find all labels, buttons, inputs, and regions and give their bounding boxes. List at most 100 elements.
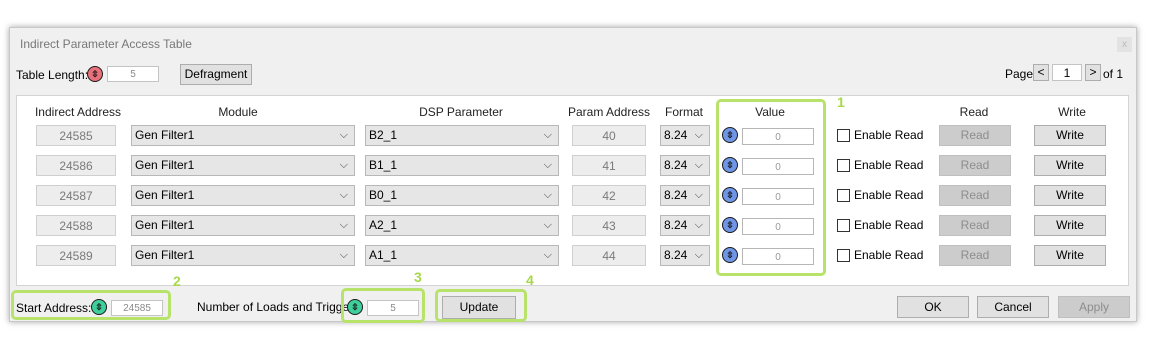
indirect-address-field: 24589 <box>36 245 116 266</box>
param-address-field: 40 <box>572 125 646 146</box>
prev-page-button[interactable]: < <box>1033 64 1049 81</box>
header-read: Read <box>959 105 989 119</box>
header-module: Module <box>218 105 258 119</box>
next-page-button[interactable]: > <box>1085 64 1101 81</box>
write-button[interactable]: Write <box>1034 215 1106 236</box>
format-select[interactable]: 8.24 ⌵ <box>660 155 710 176</box>
module-value: Gen Filter1 <box>135 158 195 172</box>
format-select[interactable]: 8.24 ⌵ <box>660 185 710 206</box>
module-select[interactable]: Gen Filter1 ⌵ <box>131 215 355 236</box>
module-value: Gen Filter1 <box>135 218 195 232</box>
dsp-parameter-value: B2_1 <box>369 128 398 142</box>
enable-read-checkbox[interactable] <box>837 129 850 142</box>
dsp-parameter-value: B0_1 <box>369 188 398 202</box>
enable-read-label: Enable Read <box>854 158 924 172</box>
page-field[interactable]: 1 <box>1052 64 1082 81</box>
ok-button[interactable]: OK <box>897 296 969 318</box>
module-select[interactable]: Gen Filter1 ⌵ <box>131 245 355 266</box>
apply-button[interactable]: Apply <box>1058 296 1130 318</box>
param-address-field: 44 <box>572 245 646 266</box>
write-button[interactable]: Write <box>1034 125 1106 146</box>
read-button[interactable]: Read <box>939 155 1011 176</box>
dsp-parameter-select[interactable]: B2_1 ⌵ <box>365 125 559 146</box>
chevron-down-icon: ⌵ <box>339 189 348 201</box>
chevron-down-icon: ⌵ <box>694 219 703 231</box>
write-button[interactable]: Write <box>1034 185 1106 206</box>
dsp-parameter-value: A1_1 <box>369 248 398 262</box>
header-write: Write <box>1058 105 1086 119</box>
spinner-icon[interactable]: ⇳ <box>87 66 103 82</box>
chevron-down-icon: ⌵ <box>543 129 552 141</box>
chevron-down-icon: ⌵ <box>339 219 348 231</box>
table-length-label: Table Length: <box>16 68 89 82</box>
read-button[interactable]: Read <box>939 245 1011 266</box>
chevron-down-icon: ⌵ <box>339 249 348 261</box>
chevron-down-icon: ⌵ <box>543 249 552 261</box>
callout-1: 1 <box>837 94 845 110</box>
chevron-down-icon: ⌵ <box>694 249 703 261</box>
format-select[interactable]: 8.24 ⌵ <box>660 125 710 146</box>
chevron-down-icon: ⌵ <box>694 129 703 141</box>
indirect-address-field: 24585 <box>36 125 116 146</box>
table-length-field[interactable]: 5 <box>107 66 159 82</box>
format-select[interactable]: 8.24 ⌵ <box>660 245 710 266</box>
window-title: Indirect Parameter Access Table <box>20 37 192 51</box>
format-select[interactable]: 8.24 ⌵ <box>660 215 710 236</box>
format-value: 8.24 <box>664 248 688 262</box>
module-value: Gen Filter1 <box>135 188 195 202</box>
module-value: Gen Filter1 <box>135 128 195 142</box>
module-value: Gen Filter1 <box>135 248 195 262</box>
callout-3: 3 <box>414 269 422 285</box>
enable-read-checkbox[interactable] <box>837 249 850 262</box>
loads-label: Number of Loads and Trigge <box>197 300 350 314</box>
chevron-down-icon: ⌵ <box>694 189 703 201</box>
loads-field-highlight <box>341 288 425 323</box>
enable-read-label: Enable Read <box>854 188 924 202</box>
module-select[interactable]: Gen Filter1 ⌵ <box>131 155 355 176</box>
enable-read-checkbox[interactable] <box>837 159 850 172</box>
header-dsp-parameter: DSP Parameter <box>419 105 503 119</box>
param-address-field: 42 <box>572 185 646 206</box>
dsp-parameter-select[interactable]: A1_1 ⌵ <box>365 245 559 266</box>
read-button[interactable]: Read <box>939 185 1011 206</box>
defragment-button[interactable]: Defragment <box>180 64 252 85</box>
cancel-button[interactable]: Cancel <box>977 296 1049 318</box>
indirect-address-field: 24588 <box>36 215 116 236</box>
page-label: Page <box>1005 67 1034 81</box>
dsp-parameter-value: A2_1 <box>369 218 398 232</box>
close-icon[interactable]: x <box>1117 37 1132 52</box>
enable-read-label: Enable Read <box>854 218 924 232</box>
chevron-down-icon: ⌵ <box>543 189 552 201</box>
format-value: 8.24 <box>664 128 688 142</box>
enable-read-label: Enable Read <box>854 128 924 142</box>
write-button[interactable]: Write <box>1034 155 1106 176</box>
format-value: 8.24 <box>664 158 688 172</box>
dsp-parameter-value: B1_1 <box>369 158 398 172</box>
enable-read-checkbox[interactable] <box>837 189 850 202</box>
module-select[interactable]: Gen Filter1 ⌵ <box>131 125 355 146</box>
chevron-down-icon: ⌵ <box>694 159 703 171</box>
page-count-label: of 1 <box>1103 67 1124 81</box>
value-column-highlight <box>716 99 826 276</box>
header-format: Format <box>664 105 703 119</box>
indirect-address-field: 24586 <box>36 155 116 176</box>
dsp-parameter-select[interactable]: B1_1 ⌵ <box>365 155 559 176</box>
dsp-parameter-select[interactable]: B0_1 ⌵ <box>365 185 559 206</box>
read-button[interactable]: Read <box>939 125 1011 146</box>
dsp-parameter-select[interactable]: A2_1 ⌵ <box>365 215 559 236</box>
read-button[interactable]: Read <box>939 215 1011 236</box>
header-indirect-address: Indirect Address <box>34 105 122 119</box>
format-value: 8.24 <box>664 218 688 232</box>
callout-2: 2 <box>173 273 181 289</box>
enable-read-label: Enable Read <box>854 248 924 262</box>
enable-read-checkbox[interactable] <box>837 219 850 232</box>
indirect-address-field: 24587 <box>36 185 116 206</box>
callout-4: 4 <box>526 272 534 288</box>
write-button[interactable]: Write <box>1034 245 1106 266</box>
module-select[interactable]: Gen Filter1 ⌵ <box>131 185 355 206</box>
format-value: 8.24 <box>664 188 688 202</box>
chevron-down-icon: ⌵ <box>543 159 552 171</box>
chevron-down-icon: ⌵ <box>339 129 348 141</box>
update-button-highlight <box>435 289 527 322</box>
start-address-highlight <box>11 290 171 320</box>
